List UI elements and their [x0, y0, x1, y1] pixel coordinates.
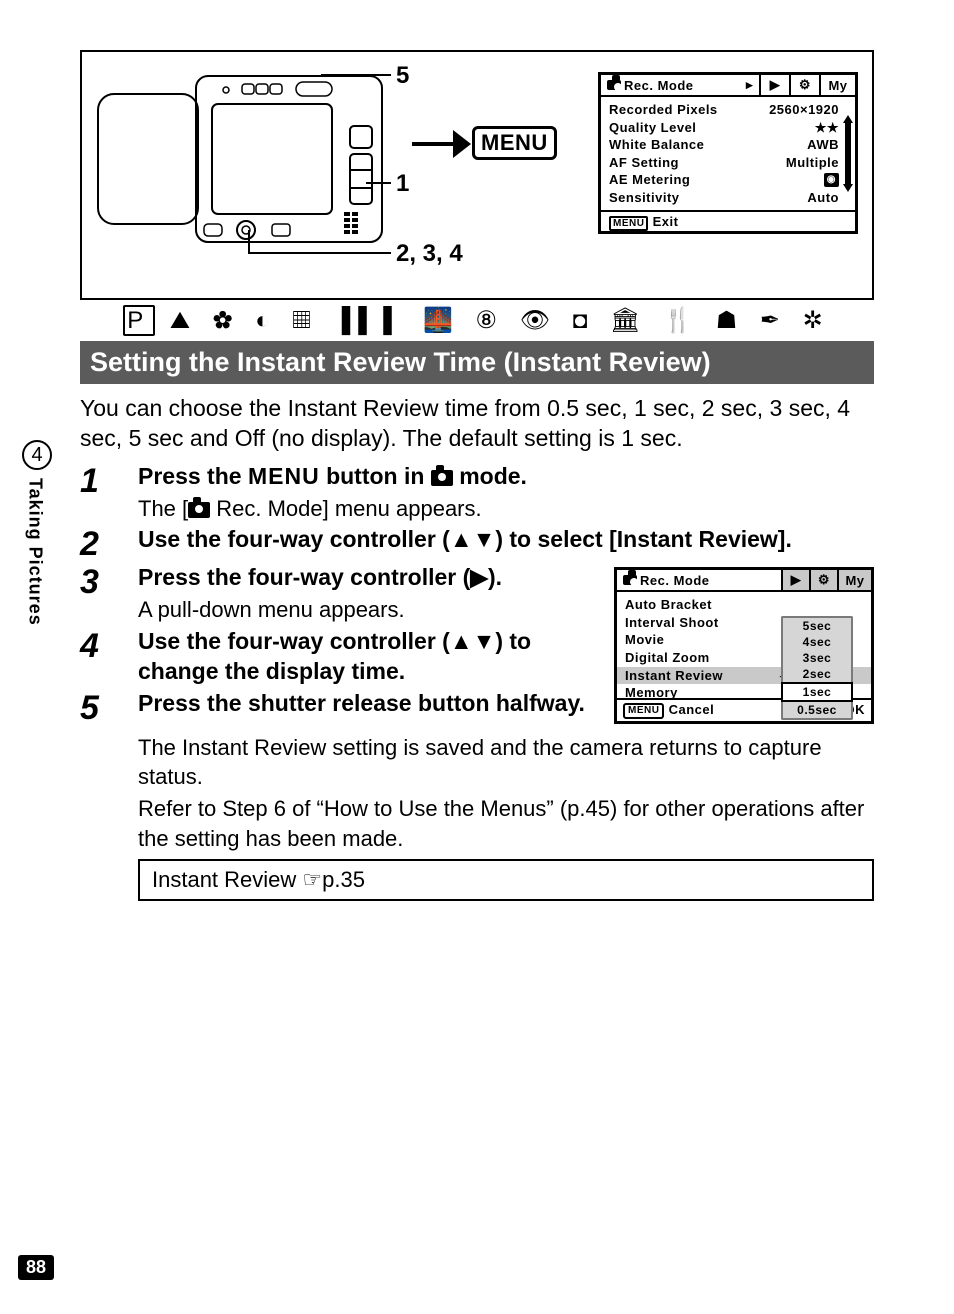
selected-option: 1sec	[781, 682, 853, 702]
menu-chip: MENU	[623, 703, 664, 719]
lcd-screen-2: Rec. Mode ▶ ⚙ My Auto Bracket Interval S…	[614, 567, 874, 723]
step-3: 3 Press the four-way controller (▶). A p…	[80, 563, 600, 625]
callout-5: 5	[396, 62, 409, 90]
chapter-title: Taking Pictures	[25, 478, 46, 626]
page-number: 88	[18, 1255, 54, 1280]
callout-1: 1	[396, 170, 409, 198]
step-2: 2 Use the four-way controller (▲▼) to se…	[80, 525, 874, 561]
camera-illustration	[96, 74, 386, 244]
cross-reference-box: Instant Review ☞p.35	[138, 859, 874, 901]
step-5-title: 5 Press the shutter release button halfw…	[80, 689, 600, 725]
step-1: 1 Press the MENU button in mode. The [ R…	[80, 462, 874, 524]
camera-icon	[431, 470, 453, 486]
tab-my: My	[821, 75, 855, 95]
scrollbar	[845, 123, 851, 184]
pulldown-menu: 5sec 4sec 3sec 2sec 1sec 0.5sec	[781, 616, 853, 720]
mode-icon-row: P ⛰ ✿ ◐ ▦ ▐▌▌ 🌉 ⑧ 👁 ◘ 🏛 🍴 ☗ ✒ ✲	[80, 306, 874, 335]
camera-icon	[607, 80, 621, 90]
ae-metering-icon: ◉	[824, 173, 839, 187]
tab-play: ▶	[761, 75, 791, 95]
step-4: 4 Use the four-way controller (▲▼) to ch…	[80, 627, 600, 687]
menu-chip: MENU	[609, 216, 648, 231]
tab-setup: ⚙	[811, 570, 839, 590]
arrow-icon	[412, 142, 457, 146]
side-tab: 4 Taking Pictures	[22, 440, 48, 626]
tab-my: My	[839, 570, 871, 590]
tab-rec-mode: Rec. Mode	[617, 570, 783, 590]
camera-icon	[623, 575, 637, 585]
step-5-body: 5 The Instant Review setting is saved an…	[80, 731, 874, 854]
section-heading: Setting the Instant Review Time (Instant…	[80, 341, 874, 384]
tab-rec-mode: Rec. Mode ▸	[601, 75, 761, 95]
tab-play: ▶	[783, 570, 811, 590]
menu-button-label: MENU	[472, 126, 557, 160]
diagram-box: 5 1 2, 3, 4 MENU Rec. Mode ▸ ▶ ⚙ My Reco…	[80, 50, 874, 300]
intro-paragraph: You can choose the Instant Review time f…	[80, 394, 874, 454]
camera-icon	[188, 502, 210, 518]
tab-setup: ⚙	[791, 75, 821, 95]
chapter-number: 4	[22, 440, 52, 470]
lcd-screen-1: Rec. Mode ▸ ▶ ⚙ My Recorded Pixels2560×1…	[598, 72, 858, 234]
callout-234: 2, 3, 4	[396, 240, 463, 268]
